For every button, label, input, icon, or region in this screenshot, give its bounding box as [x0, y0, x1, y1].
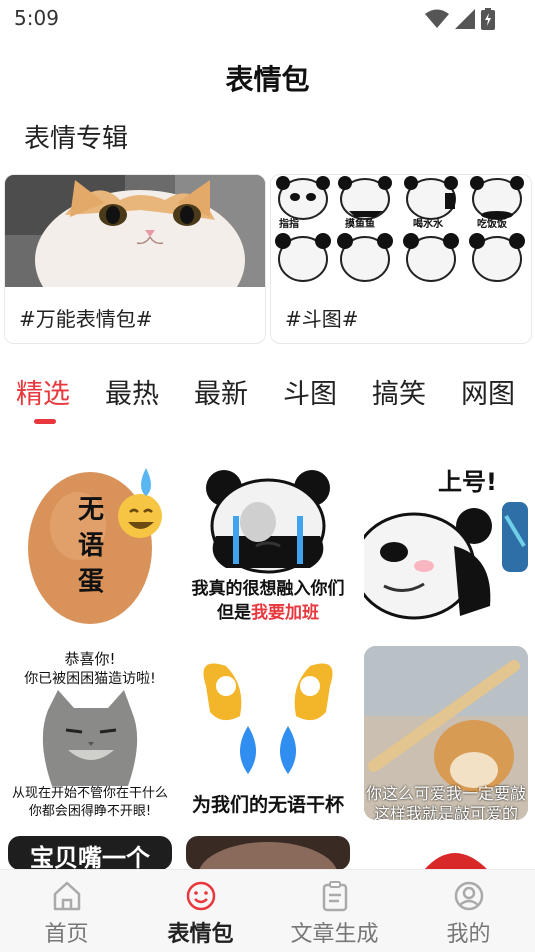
- panda-caption-line2: 但是我要加班: [186, 598, 350, 623]
- nav-stickers[interactable]: 表情包: [134, 870, 267, 952]
- cat-top-line2: 你已被困困猫造访啦!: [24, 671, 156, 687]
- status-icons: [425, 8, 495, 30]
- nav-stickers-label: 表情包: [167, 922, 234, 947]
- status-bar: 5:09: [0, 0, 535, 40]
- cat-bottom-line2: 你都会困得睁不开眼!: [28, 804, 152, 819]
- egg-char-3: 蛋: [78, 567, 104, 597]
- sweat-smile-emoji: [118, 494, 162, 538]
- profile-icon: [454, 881, 483, 911]
- santa-hat-image: [424, 853, 488, 870]
- panda-logon-text: 上号!: [438, 468, 497, 496]
- panda-text-4: 吃饭饭: [477, 217, 507, 230]
- album-card-doutu[interactable]: 指指 摸鱼鱼 喝水水 吃饭饭 #斗图#: [270, 174, 532, 344]
- egg-image: 无 语 蛋: [28, 468, 162, 624]
- nav-home-label: 首页: [44, 922, 89, 947]
- panda-logon-image: 上号!: [364, 468, 528, 620]
- tab-doutu[interactable]: 斗图: [283, 372, 337, 411]
- egg-char-1: 无: [78, 495, 104, 525]
- smiley-icon: [186, 881, 215, 911]
- home-icon: [53, 881, 80, 911]
- battery-icon: [481, 8, 495, 30]
- album-label: #万能表情包#: [19, 307, 153, 331]
- egg-char-2: 语: [78, 531, 104, 561]
- category-tabs: 精选 最热 最新 斗图 搞笑 网图: [0, 372, 535, 432]
- active-tab-indicator: [34, 419, 56, 424]
- cat-bottom-line1: 从现在开始不管你在干什么: [11, 786, 168, 801]
- ok-hands-image: [203, 663, 333, 774]
- nav-home[interactable]: 首页: [0, 870, 133, 952]
- album-label: #斗图#: [285, 307, 359, 331]
- doge-caption-line2: 这样我就是敲可爱的: [373, 804, 518, 820]
- dark-photo-image: [199, 842, 337, 870]
- tab-funny[interactable]: 搞笑: [372, 372, 426, 411]
- nav-profile[interactable]: 我的: [402, 870, 535, 952]
- hands-caption: 为我们的无语干杯: [191, 794, 344, 816]
- cat-top-line1: 恭喜你!: [64, 650, 116, 668]
- panda-grid-image: 指指 摸鱼鱼 喝水水 吃饭饭: [271, 175, 531, 287]
- sticker-santa-hat[interactable]: [364, 836, 528, 870]
- album-section-title: 表情专辑: [24, 124, 129, 154]
- tab-web-images[interactable]: 网图: [461, 372, 515, 411]
- cat-photo: [5, 175, 265, 287]
- page-title: 表情包: [225, 63, 310, 96]
- panda-text-2: 摸鱼鱼: [345, 217, 375, 230]
- album-card-universal[interactable]: #万能表情包#: [4, 174, 266, 344]
- sticker-panda-crying[interactable]: 我真的很想融入你们 但是我要加班: [186, 456, 350, 626]
- baby-caption: 宝贝嘴一个: [30, 844, 150, 870]
- tab-featured[interactable]: 精选: [16, 372, 70, 411]
- cell-signal-icon: [455, 9, 475, 29]
- nav-article-label: 文章生成: [290, 922, 379, 947]
- sticker-ok-hands[interactable]: 为我们的无语干杯: [186, 646, 350, 820]
- sticker-sleepy-cat[interactable]: 恭喜你! 你已被困困猫造访啦! 从现在开始不管你在干什么 你都会困得睁不开眼!: [8, 646, 172, 820]
- sticker-panda-log-in[interactable]: 上号!: [364, 456, 528, 626]
- tab-hottest[interactable]: 最热: [105, 372, 159, 411]
- panda-caption-line1: 我真的很想融入你们: [191, 579, 345, 599]
- sticker-dark-photo[interactable]: [186, 836, 350, 870]
- status-time: 5:09: [14, 6, 59, 30]
- document-icon: [322, 881, 347, 912]
- sticker-doge-bonk[interactable]: 你这么可爱我一定要敲 这样我就是敲可爱的: [364, 646, 528, 820]
- grey-cat-image: [42, 690, 138, 786]
- panda-crying-image: [206, 470, 330, 574]
- panda-text-1: 指指: [279, 217, 299, 230]
- nav-article-generator[interactable]: 文章生成: [268, 870, 401, 952]
- panda-caption-but: 但是: [217, 603, 251, 623]
- sticker-speechless-egg[interactable]: 无 语 蛋: [8, 456, 172, 626]
- tab-newest[interactable]: 最新: [194, 372, 248, 411]
- panda-text-3: 喝水水: [413, 217, 444, 230]
- bottom-nav: 首页 表情包 文章生成 我的: [0, 869, 535, 952]
- sticker-baby-kiss[interactable]: 宝贝嘴一个: [8, 836, 172, 870]
- panda-caption-overtime: 我要加班: [251, 603, 319, 623]
- nav-profile-label: 我的: [446, 922, 491, 947]
- wifi-icon: [425, 9, 449, 28]
